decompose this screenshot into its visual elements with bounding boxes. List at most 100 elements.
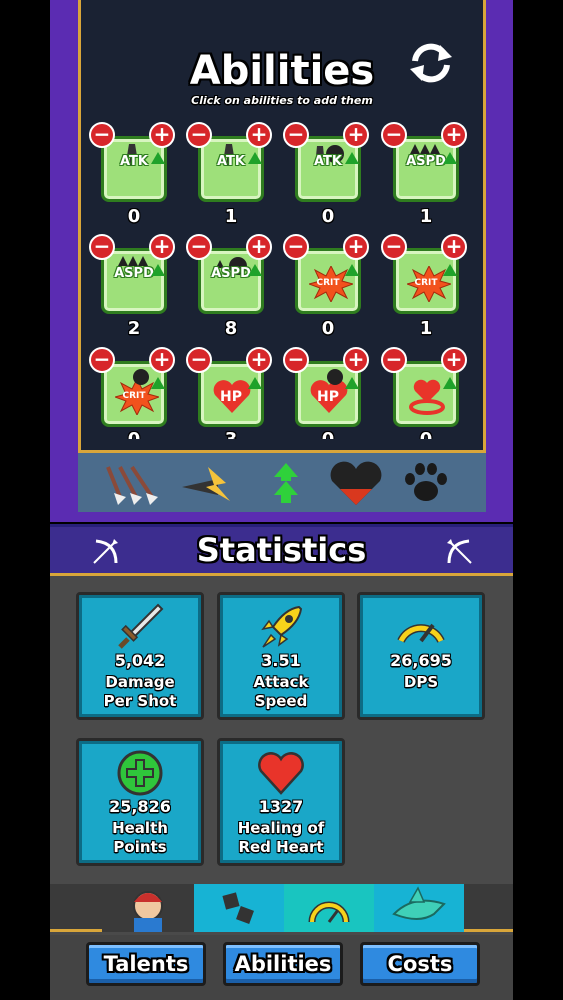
ability-count: 0 xyxy=(101,429,167,439)
ability-card[interactable]: ASPD − +8 xyxy=(186,234,272,339)
ability-icon xyxy=(307,254,347,280)
ability-icon xyxy=(405,367,445,393)
increase-button[interactable]: + xyxy=(343,347,369,373)
increase-button[interactable]: + xyxy=(149,122,175,148)
heart-icon xyxy=(220,747,342,799)
abilities-subtitle: Click on abilities to add them xyxy=(191,94,373,107)
increase-button[interactable]: + xyxy=(149,347,175,373)
ability-category-bar xyxy=(78,450,486,512)
ability-count: 1 xyxy=(419,318,433,339)
up-arrow-icon xyxy=(248,152,262,164)
stat-value: 1327 xyxy=(258,797,304,816)
increase-button[interactable]: + xyxy=(343,122,369,148)
heart-tab-icon[interactable] xyxy=(326,457,386,509)
ability-icon xyxy=(113,367,153,393)
decrease-button[interactable]: − xyxy=(186,122,212,148)
dice-icon[interactable] xyxy=(194,884,284,932)
multishot-arrows-icon[interactable] xyxy=(100,457,160,509)
stat-up-arrows-icon[interactable] xyxy=(256,457,316,509)
increase-button[interactable]: + xyxy=(441,234,467,260)
health-cross-icon xyxy=(79,747,201,799)
increase-button[interactable]: + xyxy=(343,234,369,260)
decrease-button[interactable]: − xyxy=(89,347,115,373)
stat-card-attack-speed: 3.51 Attack Speed xyxy=(217,592,345,720)
decrease-button[interactable]: − xyxy=(186,234,212,260)
increase-button[interactable]: + xyxy=(246,122,272,148)
up-arrow-icon xyxy=(345,152,359,164)
ability-card[interactable]: CRIT − +0 xyxy=(89,347,175,439)
sword-icon xyxy=(79,601,201,653)
ability-count: 0 xyxy=(127,206,141,227)
increase-button[interactable]: + xyxy=(246,347,272,373)
ability-label: HP xyxy=(317,389,339,405)
ability-count: 3 xyxy=(198,429,264,439)
decrease-button[interactable]: − xyxy=(381,122,407,148)
ability-card[interactable]: HP− +0 xyxy=(283,347,369,439)
statistics-header: Statistics xyxy=(50,524,513,576)
ability-count: 8 xyxy=(224,318,238,339)
costs-button[interactable]: Costs xyxy=(360,942,480,986)
piercing-arrow-icon[interactable] xyxy=(178,457,238,509)
ability-card[interactable]: ATK − +0 xyxy=(89,122,175,227)
decrease-button[interactable]: − xyxy=(283,234,309,260)
increase-button[interactable]: + xyxy=(441,122,467,148)
refresh-icon[interactable] xyxy=(407,41,457,85)
decrease-button[interactable]: − xyxy=(186,347,212,373)
ability-card[interactable]: − +0 xyxy=(381,347,467,439)
stat-value: 3.51 xyxy=(261,651,301,670)
decrease-button[interactable]: − xyxy=(283,347,309,373)
ability-label: CRIT xyxy=(122,391,146,401)
abilities-button[interactable]: Abilities xyxy=(223,942,343,986)
up-arrow-icon xyxy=(151,264,165,276)
decrease-button[interactable]: − xyxy=(381,347,407,373)
ability-label: HP xyxy=(220,389,242,405)
dragon-pet-icon[interactable] xyxy=(374,884,464,932)
ability-label: CRIT xyxy=(316,278,340,288)
stat-value: 26,695 xyxy=(390,651,452,670)
stat-card-health: 25,826 Health Points xyxy=(76,738,204,866)
talents-button[interactable]: Talents xyxy=(86,942,206,986)
stat-value: 5,042 xyxy=(114,651,166,670)
ability-card[interactable]: ATK − +0 xyxy=(283,122,369,227)
decrease-button[interactable]: − xyxy=(89,122,115,148)
increase-button[interactable]: + xyxy=(149,234,175,260)
stat-value: 25,826 xyxy=(109,797,171,816)
up-arrow-icon xyxy=(248,264,262,276)
up-arrow-icon xyxy=(443,152,457,164)
ability-count: 0 xyxy=(393,429,459,439)
stat-label: Damage Per Shot xyxy=(103,673,177,710)
stat-label: Health Points xyxy=(112,819,168,856)
ability-card[interactable]: CRIT − +1 xyxy=(381,234,467,339)
increase-button[interactable]: + xyxy=(441,347,467,373)
stat-card-damage: 5,042 Damage Per Shot xyxy=(76,592,204,720)
category-strip xyxy=(50,884,513,932)
stat-label: Healing of Red Heart xyxy=(237,819,325,856)
up-arrow-icon xyxy=(443,377,457,389)
decrease-button[interactable]: − xyxy=(283,122,309,148)
ability-count: 1 xyxy=(419,206,433,227)
ability-card[interactable]: ASPD − +1 xyxy=(381,122,467,227)
rocket-icon xyxy=(220,601,342,653)
hero-avatar-icon[interactable] xyxy=(102,884,194,932)
ability-card[interactable]: ASPD − +2 xyxy=(89,234,175,339)
ability-card[interactable]: CRIT − +0 xyxy=(283,234,369,339)
decrease-button[interactable]: − xyxy=(89,234,115,260)
ability-count: 0 xyxy=(321,318,335,339)
ability-icon xyxy=(405,254,445,280)
stat-card-dps: 26,695 DPS xyxy=(357,592,485,720)
ability-card[interactable]: HP− +3 xyxy=(186,347,272,439)
increase-button[interactable]: + xyxy=(246,234,272,260)
ability-count: 2 xyxy=(127,318,141,339)
stat-card-healing: 1327 Healing of Red Heart xyxy=(217,738,345,866)
up-arrow-icon xyxy=(248,377,262,389)
paw-icon[interactable] xyxy=(396,457,456,509)
up-arrow-icon xyxy=(151,377,165,389)
gauge-icon xyxy=(360,601,482,653)
gauge-tab-icon[interactable] xyxy=(284,884,374,932)
statistics-title: Statistics xyxy=(196,531,367,569)
up-arrow-icon xyxy=(345,377,359,389)
ability-card[interactable]: ATK − +1 xyxy=(186,122,272,227)
up-arrow-icon xyxy=(151,152,165,164)
decrease-button[interactable]: − xyxy=(381,234,407,260)
ability-count: 1 xyxy=(224,206,238,227)
